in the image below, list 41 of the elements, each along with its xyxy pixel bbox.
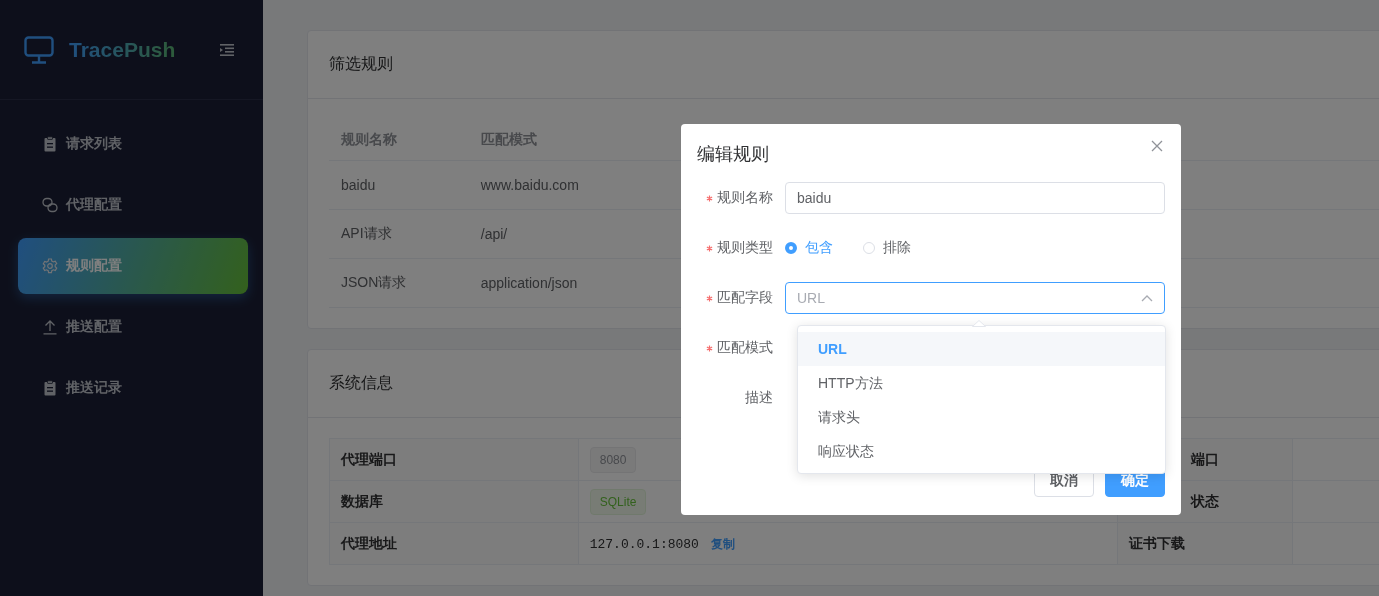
sidebar-item[interactable]: 推送配置	[18, 299, 248, 355]
info-label: 端口	[1190, 450, 1219, 469]
close-icon[interactable]	[1151, 140, 1163, 152]
field-label: 规则类型	[717, 239, 773, 255]
info-label: 数据库	[329, 480, 579, 523]
radio-option[interactable]: 包含	[785, 239, 833, 257]
card-title: 系统信息	[329, 373, 393, 393]
field-label: 匹配字段	[717, 289, 773, 305]
match-field-select[interactable]: URL	[785, 282, 1165, 314]
field-label: 匹配模式	[717, 339, 773, 355]
sidebar-item[interactable]: 请求列表	[18, 116, 248, 172]
table-cell: baidu	[329, 160, 469, 210]
chevron-up-icon	[1141, 294, 1153, 302]
dropdown-option[interactable]: 响应状态	[798, 434, 1165, 468]
value-tag: SQLite	[589, 488, 647, 515]
card-title: 筛选规则	[329, 54, 393, 74]
sidebar-item[interactable]: 推送记录	[18, 360, 248, 416]
clipboard-icon	[42, 380, 58, 396]
rule-name-field[interactable]: baidu	[785, 182, 1165, 214]
sidebar-item[interactable]: 规则配置	[18, 238, 248, 294]
info-label: 代理地址	[329, 522, 579, 565]
settings-icon	[42, 258, 58, 274]
dropdown-option[interactable]: HTTP方法	[798, 366, 1165, 400]
copy-link[interactable]: 复制	[710, 536, 735, 551]
field-label: 规则名称	[717, 189, 773, 205]
info-label: 证书下载	[1128, 534, 1185, 553]
table-cell: API请求	[329, 209, 469, 259]
proxy-address: 127.0.0.1:8080	[589, 536, 699, 552]
radio-option[interactable]: 排除	[863, 239, 911, 257]
link-icon	[42, 197, 58, 213]
info-label: 代理端口	[329, 438, 579, 481]
table-cell: JSON请求	[329, 258, 469, 308]
sidebar-item[interactable]: 代理配置	[18, 177, 248, 233]
dropdown-option[interactable]: 请求头	[798, 400, 1165, 434]
clipboard-icon	[42, 136, 58, 152]
field-label: 描述	[745, 389, 773, 405]
monitor-icon	[24, 35, 54, 64]
upload-icon	[42, 319, 58, 335]
collapse-menu-icon[interactable]	[220, 43, 234, 56]
dropdown-option[interactable]: URL	[798, 332, 1165, 366]
info-label: 状态	[1190, 492, 1219, 511]
